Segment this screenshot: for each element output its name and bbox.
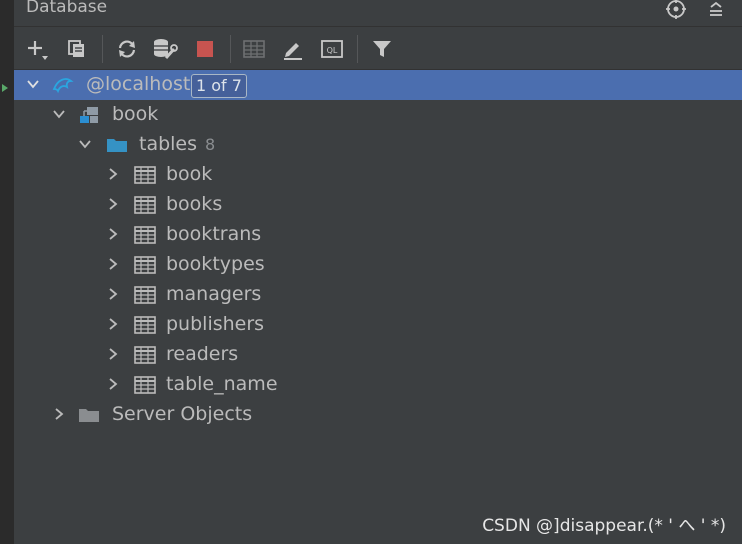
table-label: books [166, 193, 223, 215]
locate-icon[interactable] [664, 0, 688, 21]
toolbar-separator [357, 35, 358, 63]
table-editor-icon[interactable] [241, 36, 267, 62]
tree-node-table[interactable]: book [14, 160, 742, 190]
table-label: booktypes [166, 253, 265, 275]
chevron-right-icon[interactable] [106, 167, 120, 181]
table-icon [134, 166, 156, 184]
table-icon [134, 286, 156, 304]
toolbar: QL [14, 27, 742, 70]
host-badge[interactable]: 1 of 7 [191, 74, 247, 98]
table-label: table_name [166, 373, 278, 395]
table-label: managers [166, 283, 262, 305]
filter-icon[interactable] [369, 36, 395, 62]
add-icon[interactable] [24, 36, 50, 62]
svg-text:QL: QL [327, 46, 338, 55]
table-label: publishers [166, 313, 265, 335]
table-icon [134, 376, 156, 394]
table-icon [134, 226, 156, 244]
stop-icon[interactable] [192, 36, 218, 62]
database-tree: @localhost 1 of 7 book tables 8 book books… [14, 70, 742, 544]
table-icon [134, 346, 156, 364]
host-label: @localhost [86, 73, 191, 95]
duplicate-icon[interactable] [64, 36, 90, 62]
run-marker-icon [2, 84, 8, 92]
schema-icon [80, 107, 98, 123]
chevron-right-icon[interactable] [106, 227, 120, 241]
tree-node-table[interactable]: books [14, 190, 742, 220]
watermark: CSDN @]disappear.(* ' へ ' *) [482, 516, 726, 536]
tree-node-table[interactable]: readers [14, 340, 742, 370]
tree-node-server-objects[interactable]: Server Objects [14, 400, 742, 430]
tree-node-table[interactable]: table_name [14, 370, 742, 400]
chevron-down-icon[interactable] [26, 77, 40, 91]
tables-count: 8 [205, 135, 216, 154]
folder-icon [107, 139, 127, 152]
query-console-icon[interactable]: QL [319, 36, 345, 62]
sync-schema-icon[interactable] [152, 36, 178, 62]
tree-node-table[interactable]: booktrans [14, 220, 742, 250]
tree-node-localhost[interactable]: @localhost 1 of 7 [14, 70, 742, 100]
tree-node-table[interactable]: booktypes [14, 250, 742, 280]
tree-node-schema[interactable]: book [14, 100, 742, 130]
tree-node-table[interactable]: publishers [14, 310, 742, 340]
tree-node-table[interactable]: managers [14, 280, 742, 310]
toolbar-separator [102, 35, 103, 63]
chevron-right-icon[interactable] [52, 407, 66, 421]
toolbar-separator [230, 35, 231, 63]
chevron-down-icon[interactable] [52, 107, 66, 121]
panel-header: Database [14, 0, 742, 27]
table-label: readers [166, 343, 239, 365]
refresh-icon[interactable] [114, 36, 140, 62]
table-icon [134, 256, 156, 274]
tree-node-tables-folder[interactable]: tables 8 [14, 130, 742, 160]
table-icon [134, 196, 156, 214]
chevron-right-icon[interactable] [106, 317, 120, 331]
table-label: book [166, 163, 213, 185]
server-objects-label: Server Objects [112, 403, 253, 425]
schema-label: book [112, 103, 159, 125]
chevron-right-icon[interactable] [106, 287, 120, 301]
chevron-right-icon[interactable] [106, 377, 120, 391]
folder-icon [79, 409, 99, 422]
table-label: booktrans [166, 223, 262, 245]
chevron-right-icon[interactable] [106, 257, 120, 271]
left-gutter [0, 0, 14, 544]
chevron-right-icon[interactable] [106, 347, 120, 361]
collapse-all-icon[interactable] [704, 0, 728, 21]
mysql-dolphin-icon [52, 78, 74, 94]
edit-icon[interactable] [280, 36, 306, 62]
chevron-right-icon[interactable] [106, 197, 120, 211]
tables-folder-label: tables [139, 133, 198, 155]
chevron-down-icon[interactable] [78, 137, 92, 151]
table-icon [134, 316, 156, 334]
panel-title: Database [26, 0, 108, 17]
